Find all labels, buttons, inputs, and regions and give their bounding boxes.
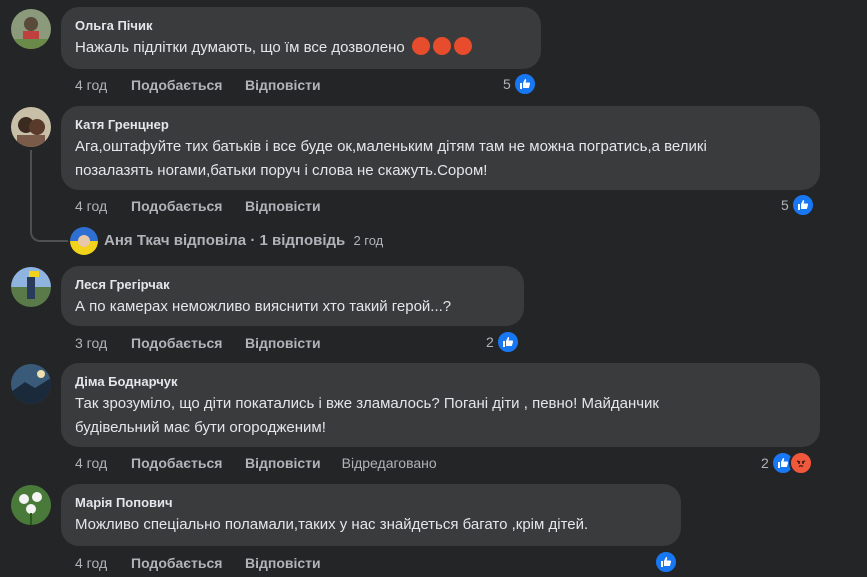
angry-face-emoji bbox=[453, 37, 472, 56]
angry-face-emoji bbox=[411, 37, 430, 56]
reply-button[interactable]: Відповісти bbox=[245, 335, 321, 351]
timestamp[interactable]: 4 год bbox=[75, 555, 131, 571]
reaction-summary[interactable]: 5 bbox=[781, 193, 815, 217]
comment-actions: 3 год Подобається Відповісти bbox=[75, 333, 321, 353]
comment-actions: 4 год Подобається Відповісти Відредагова… bbox=[75, 453, 437, 473]
avatar[interactable] bbox=[11, 267, 51, 307]
reply-summary[interactable]: Аня Ткач відповіла · 1 відповідь bbox=[104, 232, 345, 249]
comment-text: Можливо спеціально поламали,таких у нас … bbox=[75, 516, 589, 533]
timestamp[interactable]: 4 год bbox=[75, 77, 131, 93]
comment-author[interactable]: Катя Гренцнер bbox=[75, 117, 169, 132]
like-button[interactable]: Подобається bbox=[131, 555, 245, 571]
thumbs-up-icon bbox=[512, 72, 537, 96]
comment-text: А по камерах неможливо вияснити хто таки… bbox=[75, 298, 452, 315]
angry-face-icon bbox=[788, 451, 813, 475]
comment-text: Нажаль підлітки думають, що їм все дозво… bbox=[75, 36, 472, 60]
timestamp[interactable]: 3 год bbox=[75, 335, 131, 351]
comment-author[interactable]: Марія Попович bbox=[75, 495, 173, 510]
avatar[interactable] bbox=[11, 9, 51, 49]
comment-text-line: Ага,оштафуйте тих батьків і все буде ок,… bbox=[75, 138, 707, 155]
reaction-count: 2 bbox=[761, 455, 769, 471]
comment-actions: 4 год Подобається Відповісти bbox=[75, 196, 321, 216]
timestamp[interactable]: 4 год bbox=[75, 198, 131, 214]
comment-bubble: Ольга Пічик Нажаль підлітки думають, що … bbox=[61, 7, 541, 69]
thumbs-up-icon bbox=[495, 330, 520, 354]
angry-face-emoji bbox=[432, 37, 451, 56]
reply-thread-link[interactable]: Аня Ткач відповіла · 1 відповідь 2 год bbox=[104, 232, 383, 249]
like-button[interactable]: Подобається bbox=[131, 77, 245, 93]
thumbs-up-icon bbox=[790, 193, 815, 217]
like-button[interactable]: Подобається bbox=[131, 455, 245, 471]
comment-actions: 4 год Подобається Відповісти bbox=[75, 553, 321, 573]
edited-label[interactable]: Відредаговано bbox=[342, 455, 437, 471]
reply-button[interactable]: Відповісти bbox=[245, 77, 321, 93]
reaction-summary[interactable]: 2 bbox=[761, 451, 813, 475]
avatar[interactable] bbox=[11, 364, 51, 404]
reply-avatar[interactable] bbox=[70, 227, 98, 255]
comment-author[interactable]: Діма Боднарчук bbox=[75, 374, 178, 389]
reaction-summary[interactable]: 5 bbox=[503, 72, 537, 96]
comment-text-line: Так зрозуміло, що діти покатались і вже … bbox=[75, 395, 659, 412]
comment-author[interactable]: Ольга Пічик bbox=[75, 18, 152, 33]
comment-author[interactable]: Леся Грегірчак bbox=[75, 277, 170, 292]
timestamp[interactable]: 4 год bbox=[75, 455, 131, 471]
comment-text-line: позалазять ногами,батьки поруч і слова н… bbox=[75, 162, 488, 179]
comment-bubble: Катя Гренцнер Ага,оштафуйте тих батьків … bbox=[61, 106, 820, 190]
reaction-count: 2 bbox=[486, 334, 494, 350]
reply-button[interactable]: Відповісти bbox=[245, 455, 321, 471]
avatar[interactable] bbox=[11, 107, 51, 147]
like-button[interactable]: Подобається bbox=[131, 198, 245, 214]
reply-thread-connector bbox=[30, 150, 68, 242]
like-button[interactable]: Подобається bbox=[131, 335, 245, 351]
comment-bubble: Діма Боднарчук Так зрозуміло, що діти по… bbox=[61, 363, 820, 447]
reaction-count: 5 bbox=[781, 197, 789, 213]
reply-button[interactable]: Відповісти bbox=[245, 198, 321, 214]
thumbs-up-icon bbox=[654, 550, 678, 574]
reply-time: 2 год bbox=[353, 233, 384, 248]
reaction-summary[interactable]: 2 bbox=[486, 330, 520, 354]
comment-actions: 4 год Подобається Відповісти bbox=[75, 75, 321, 95]
comment-text-line: будівельний має бути огородженим! bbox=[75, 419, 326, 436]
comment-bubble: Леся Грегірчак А по камерах неможливо ви… bbox=[61, 266, 524, 326]
reaction-count: 5 bbox=[503, 76, 511, 92]
avatar[interactable] bbox=[11, 485, 51, 525]
comment-bubble: Марія Попович Можливо спеціально поламал… bbox=[61, 484, 681, 546]
reaction-summary[interactable] bbox=[654, 550, 678, 574]
reply-button[interactable]: Відповісти bbox=[245, 555, 321, 571]
